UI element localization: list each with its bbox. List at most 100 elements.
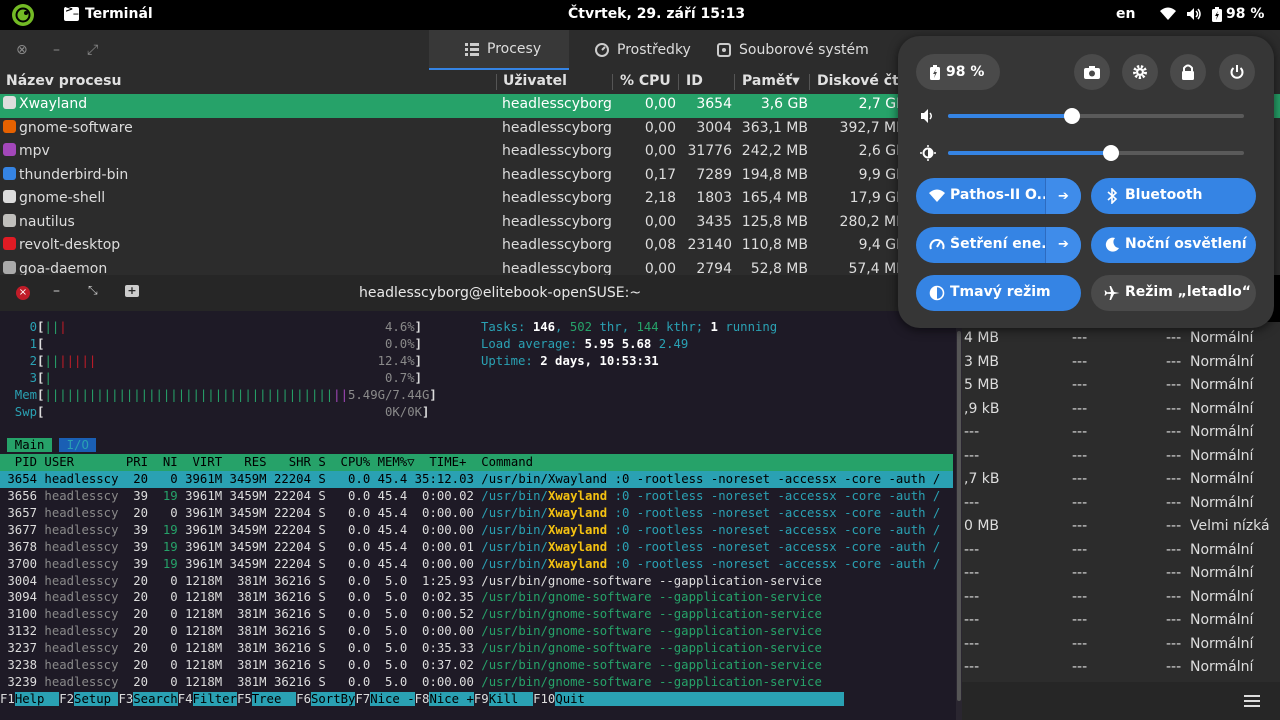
- process-row[interactable]: ,7 kB --- --- Normální: [962, 468, 1280, 492]
- function-key[interactable]: F5: [237, 692, 252, 706]
- brightness-slider[interactable]: [948, 145, 1244, 161]
- htop-process-row[interactable]: 3094 headlesscy 20 0 1218M 381M 36216 S …: [0, 589, 821, 606]
- function-key[interactable]: F6: [296, 692, 311, 706]
- function-key-label[interactable]: Search: [133, 691, 178, 706]
- htop-process-row[interactable]: 3237 headlesscy 20 0 1218M 381M 36216 S …: [0, 640, 821, 657]
- function-key[interactable]: F1: [0, 692, 15, 706]
- clock[interactable]: Čtvrtek, 29. září 15:13: [568, 6, 745, 22]
- process-value: ---: [1072, 588, 1088, 605]
- process-row[interactable]: --- --- --- Normální: [962, 633, 1280, 657]
- process-value: ---: [1072, 353, 1088, 370]
- settings-button[interactable]: [1122, 54, 1158, 90]
- process-row[interactable]: 3 MB --- --- Normální: [962, 351, 1280, 375]
- restore-icon[interactable]: ⤡: [88, 283, 98, 298]
- tab-filesystems[interactable]: Souborové systém: [717, 30, 869, 70]
- htop-process-row[interactable]: 3678 headlesscy 39 19 3961M 3459M 22204 …: [0, 539, 940, 556]
- tab-processes[interactable]: Procesy: [429, 30, 569, 70]
- tab-io[interactable]: I/O: [59, 438, 97, 453]
- process-row[interactable]: ,9 kB --- --- Normální: [962, 398, 1280, 422]
- maximize-icon[interactable]: ⤢: [87, 42, 98, 58]
- function-key-label[interactable]: Nice +: [429, 691, 474, 706]
- pid: 3132: [0, 624, 38, 639]
- arrow-right-icon[interactable]: ➔: [1045, 178, 1081, 214]
- power-button[interactable]: [1219, 54, 1255, 90]
- screenshot-button[interactable]: [1074, 54, 1110, 90]
- process-icon: [3, 260, 16, 274]
- res: 381M: [222, 573, 267, 588]
- function-key[interactable]: F3: [118, 692, 133, 706]
- function-key-label[interactable]: Tree: [251, 691, 297, 706]
- process-row[interactable]: --- --- --- Normální: [962, 656, 1280, 680]
- quick-toggle[interactable]: Šetření ene...➔: [916, 226, 1081, 263]
- function-key[interactable]: F4: [178, 692, 193, 706]
- quick-toggle[interactable]: Tmavý režim: [916, 275, 1081, 311]
- brightness-icon[interactable]: [920, 145, 936, 161]
- function-key-label[interactable]: Setup: [74, 691, 119, 706]
- function-key-label[interactable]: SortBy: [310, 691, 356, 706]
- active-app-menu[interactable]: Terminál: [64, 4, 153, 22]
- htop-process-row[interactable]: 3238 headlesscy 20 0 1218M 381M 36216 S …: [0, 657, 821, 674]
- volume-icon[interactable]: [920, 108, 936, 124]
- process-row[interactable]: --- --- --- Normální: [962, 492, 1280, 516]
- process-row[interactable]: 5 MB --- --- Normální: [962, 374, 1280, 398]
- function-key-label[interactable]: Kill: [488, 691, 534, 706]
- htop-process-row[interactable]: 3677 headlesscy 39 19 3961M 3459M 22204 …: [0, 522, 940, 539]
- htop-process-row[interactable]: 3657 headlesscy 20 0 3961M 3459M 22204 S…: [0, 505, 940, 522]
- process-row[interactable]: --- --- --- Normální: [962, 562, 1280, 586]
- htop-process-row[interactable]: 3654 headlesscy 20 0 3961M 3459M 22204 S…: [0, 471, 953, 488]
- htop-process-row[interactable]: 3132 headlesscy 20 0 1218M 381M 36216 S …: [0, 623, 821, 640]
- minimize-icon[interactable]: –: [53, 42, 60, 58]
- htop-process-row[interactable]: 3700 headlesscy 39 19 3961M 3459M 22204 …: [0, 556, 940, 573]
- tab-main[interactable]: Main: [7, 438, 52, 453]
- function-key[interactable]: F8: [415, 692, 430, 706]
- tab-resources[interactable]: Prostředky: [595, 30, 691, 70]
- process-row[interactable]: 4 MB --- --- Normální: [962, 327, 1280, 351]
- col-name[interactable]: Název procesu: [6, 73, 121, 89]
- col-cpu[interactable]: % CPU: [620, 73, 671, 89]
- volume-slider[interactable]: [948, 108, 1244, 124]
- battery-indicator[interactable]: 98 %: [916, 54, 1000, 90]
- htop-process-row[interactable]: 3004 headlesscy 20 0 1218M 381M 36216 S …: [0, 573, 821, 590]
- function-key[interactable]: F2: [59, 692, 74, 706]
- quick-toggle[interactable]: Noční osvětlení: [1091, 226, 1256, 263]
- function-key-label[interactable]: Filter: [192, 691, 237, 706]
- function-key[interactable]: F9: [474, 692, 489, 706]
- quick-toggle[interactable]: Pathos-II O... ➔: [916, 178, 1081, 214]
- process-row[interactable]: --- --- --- Normální: [962, 586, 1280, 610]
- close-icon[interactable]: ×: [16, 286, 30, 300]
- opensuse-logo-icon[interactable]: [10, 3, 36, 27]
- htop-process-row[interactable]: 3100 headlesscy 20 0 1218M 381M 36216 S …: [0, 606, 821, 623]
- col-user[interactable]: Uživatel: [503, 73, 567, 89]
- priority: 20: [118, 590, 149, 605]
- col-memory[interactable]: Paměť: [742, 73, 792, 89]
- volume-slider-knob[interactable]: [1064, 108, 1081, 124]
- terminal-scrollbar[interactable]: [956, 311, 962, 720]
- col-id[interactable]: ID: [686, 73, 703, 89]
- hamburger-menu-icon[interactable]: [1244, 694, 1260, 708]
- quick-toggle[interactable]: Režim „letadlo“: [1091, 275, 1256, 311]
- system-tray[interactable]: 98 %: [1160, 6, 1264, 22]
- process-row[interactable]: 0 MB --- --- Velmi nízká: [962, 515, 1280, 539]
- process-row[interactable]: --- --- --- Normální: [962, 609, 1280, 633]
- function-key[interactable]: F7: [355, 692, 370, 706]
- priority: 39: [118, 489, 149, 503]
- process-row[interactable]: --- --- --- Normální: [962, 539, 1280, 563]
- brightness-slider-knob[interactable]: [1102, 145, 1119, 161]
- function-key-label[interactable]: Help: [14, 691, 60, 706]
- command-path: /usr/bin/: [481, 505, 548, 520]
- function-key-label[interactable]: Quit: [555, 691, 585, 706]
- htop-process-row[interactable]: 3239 headlesscy 20 0 1218M 381M 36216 S …: [0, 674, 821, 691]
- scrollbar-thumb[interactable]: [957, 331, 961, 701]
- quick-toggle[interactable]: Bluetooth: [1091, 178, 1256, 214]
- htop-process-row[interactable]: 3656 headlesscy 39 19 3961M 3459M 22204 …: [0, 488, 940, 505]
- function-key-label[interactable]: Nice -: [370, 691, 415, 706]
- process-row[interactable]: --- --- --- Normální: [962, 421, 1280, 445]
- new-tab-icon[interactable]: +: [125, 285, 139, 297]
- close-icon[interactable]: ⊗: [16, 42, 28, 58]
- lock-button[interactable]: [1170, 54, 1206, 90]
- function-key[interactable]: F10: [533, 692, 555, 706]
- keyboard-layout[interactable]: en: [1116, 6, 1135, 22]
- minimize-icon[interactable]: –: [53, 283, 60, 299]
- process-row[interactable]: --- --- --- Normální: [962, 445, 1280, 469]
- arrow-right-icon[interactable]: ➔: [1045, 226, 1081, 263]
